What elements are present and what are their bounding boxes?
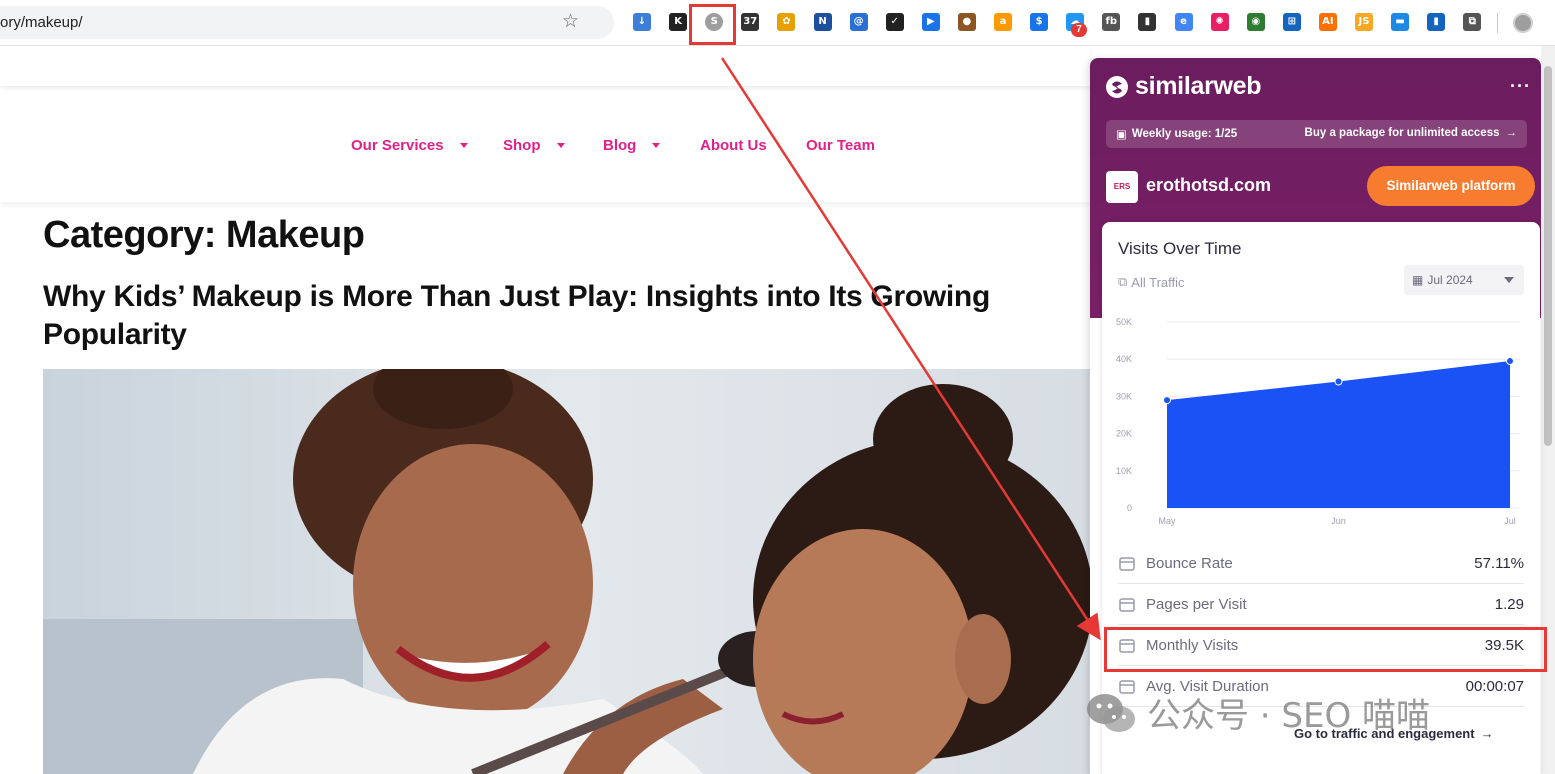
data-point — [1506, 357, 1514, 366]
puzzle-icon[interactable]: ⧉ — [1463, 13, 1482, 31]
download-icon[interactable]: ↓ — [633, 13, 651, 31]
nav-our-services[interactable]: Our Services — [351, 137, 468, 154]
check-icon[interactable]: ✓ — [885, 13, 904, 31]
fb-icon[interactable]: fb — [1102, 13, 1121, 31]
date-label: Jul 2024 — [1427, 273, 1473, 287]
domain-name: erothotsd.com — [1146, 175, 1272, 195]
play-icon[interactable]: ▶ — [921, 13, 940, 31]
usage-text: Weekly usage: 1/25 — [1131, 128, 1238, 140]
chevron-down-icon — [1504, 277, 1514, 283]
buy-text: Buy a package for unlimited access — [1304, 127, 1500, 139]
site-navigation: Our Services Shop Blog About Us Our Team — [0, 90, 1090, 202]
arrow-right-icon: → — [1480, 726, 1494, 741]
page-title: Category: Makeup — [43, 214, 365, 256]
nav-about-us[interactable]: About Us — [700, 137, 767, 154]
card-title: Visits Over Time — [1118, 239, 1242, 258]
glasses-icon[interactable]: ◉ — [1246, 13, 1265, 31]
nav-label: About Us — [700, 137, 767, 154]
visits-chart: 0 10K 20K 30K 40K 50K May Jun Jul — [1116, 317, 1520, 526]
metric-label: Bounce Rate — [1146, 555, 1233, 572]
y-tick-label: 0 — [1127, 503, 1132, 513]
brand-name: similarweb — [1135, 72, 1262, 100]
edge-icon[interactable]: e — [1174, 13, 1193, 31]
address-bar[interactable]: ory/makeup/ ☆ — [0, 6, 614, 39]
nav-label: Blog — [603, 137, 637, 154]
browser-toolbar: ory/makeup/ ☆ ↓ K S 37 ✿ N @ ✓ ▶ ● a $ ☁ fb ▮ e ✺ ◉ ⊞ AI JS ▬… — [0, 0, 1555, 46]
site-top-bar — [0, 46, 1090, 86]
metric-value: 57.11% — [1474, 555, 1524, 572]
x-tick-label: Jul — [1504, 516, 1516, 526]
tag-icon[interactable]: ▬ — [1391, 13, 1410, 31]
metric-row: Pages per Visit 1.29 — [1118, 585, 1524, 625]
usage-info: ▣ Weekly usage: 1/25 — [1116, 127, 1237, 141]
annotation-highlight-extension — [689, 4, 736, 45]
amazon-icon[interactable]: a — [994, 13, 1012, 31]
cookie-icon[interactable]: ● — [957, 13, 976, 31]
bar-chart-icon[interactable]: ▮ — [1427, 13, 1446, 31]
at-icon[interactable]: @ — [849, 13, 868, 31]
chevron-down-icon — [652, 143, 661, 148]
k-icon[interactable]: K — [669, 13, 688, 31]
extension-badge: 7 — [1071, 23, 1087, 37]
buy-package-link[interactable]: Buy a package for unlimited access → — [1305, 127, 1517, 139]
usage-icon: ▣ — [1116, 129, 1127, 141]
nav-label: Shop — [503, 137, 541, 154]
bookmark-star-icon[interactable]: ☆ — [562, 12, 579, 32]
url-text[interactable]: ory/makeup/ — [0, 14, 83, 31]
similarweb-logo-icon — [1106, 75, 1128, 98]
nav-shop[interactable]: Shop — [503, 137, 565, 154]
y-tick-label: 50K — [1116, 317, 1132, 327]
devices-icon: ⧉ — [1118, 274, 1128, 289]
profile-avatar[interactable] — [1513, 13, 1533, 33]
nav-label: Our Services — [351, 137, 444, 154]
translate-icon[interactable]: ⊞ — [1282, 13, 1301, 31]
scrollbar-thumb[interactable] — [1544, 66, 1552, 446]
bounce-icon — [1118, 555, 1136, 573]
data-point — [1334, 377, 1343, 386]
nav-label: Our Team — [806, 137, 875, 154]
js-icon[interactable]: JS — [1355, 13, 1373, 31]
sparkle-icon[interactable]: ✿ — [777, 13, 796, 31]
toolbar-divider — [1497, 13, 1498, 33]
date-picker[interactable]: ▦ Jul 2024 — [1404, 265, 1524, 295]
annotation-highlight-monthly-visits — [1104, 627, 1547, 672]
weekly-usage-bar: ▣ Weekly usage: 1/25 Buy a package for u… — [1106, 120, 1527, 148]
watermark-text: 公众号 · SEO 喵喵 — [1147, 696, 1431, 736]
nav-blog[interactable]: Blog — [603, 137, 661, 154]
chevron-down-icon — [556, 143, 565, 148]
wechat-icon — [1087, 693, 1135, 732]
similarweb-logo: similarweb — [1105, 72, 1262, 101]
nav-our-team[interactable]: Our Team — [806, 137, 875, 154]
makeup-photo — [43, 369, 1090, 774]
watermark: 公众号 · SEO 喵喵 — [1085, 688, 1430, 737]
chevron-down-icon — [459, 143, 468, 148]
post-featured-image[interactable] — [43, 369, 1090, 774]
traffic-filter[interactable]: ⧉ All Traffic — [1118, 274, 1185, 290]
y-tick-label: 30K — [1116, 391, 1132, 401]
traffic-filter-label: All Traffic — [1131, 274, 1185, 290]
metric-row: Bounce Rate 57.11% — [1118, 544, 1524, 584]
y-tick-label: 10K — [1116, 466, 1132, 476]
y-tick-label: 40K — [1116, 354, 1132, 364]
metric-value: 00:00:07 — [1465, 678, 1524, 695]
contact-icon[interactable]: ▮ — [1138, 13, 1157, 31]
similarweb-platform-button[interactable]: Similarweb platform — [1367, 166, 1535, 206]
metric-value: 1.29 — [1494, 596, 1524, 613]
calendar-icon: ▦ — [1412, 273, 1424, 287]
ai-icon[interactable]: AI — [1318, 13, 1337, 31]
arrow-right-icon: → — [1505, 127, 1518, 139]
data-point — [1163, 396, 1171, 405]
s-icon[interactable]: $ — [1030, 13, 1049, 31]
y-tick-label: 20K — [1116, 429, 1132, 439]
pages-icon — [1118, 596, 1136, 614]
color-wheel-icon[interactable]: ✺ — [1210, 13, 1229, 31]
site-favicon: ERS — [1106, 171, 1138, 203]
more-options-icon[interactable]: ··· — [1510, 76, 1531, 97]
calendar-icon[interactable]: 37 — [741, 13, 760, 31]
x-tick-label: Jun — [1331, 516, 1346, 526]
n-icon[interactable]: N — [813, 13, 832, 31]
x-tick-label: May — [1158, 516, 1176, 526]
post-title-link[interactable]: Why Kids’ Makeup is More Than Just Play:… — [43, 278, 1083, 354]
metric-label: Pages per Visit — [1146, 596, 1247, 613]
